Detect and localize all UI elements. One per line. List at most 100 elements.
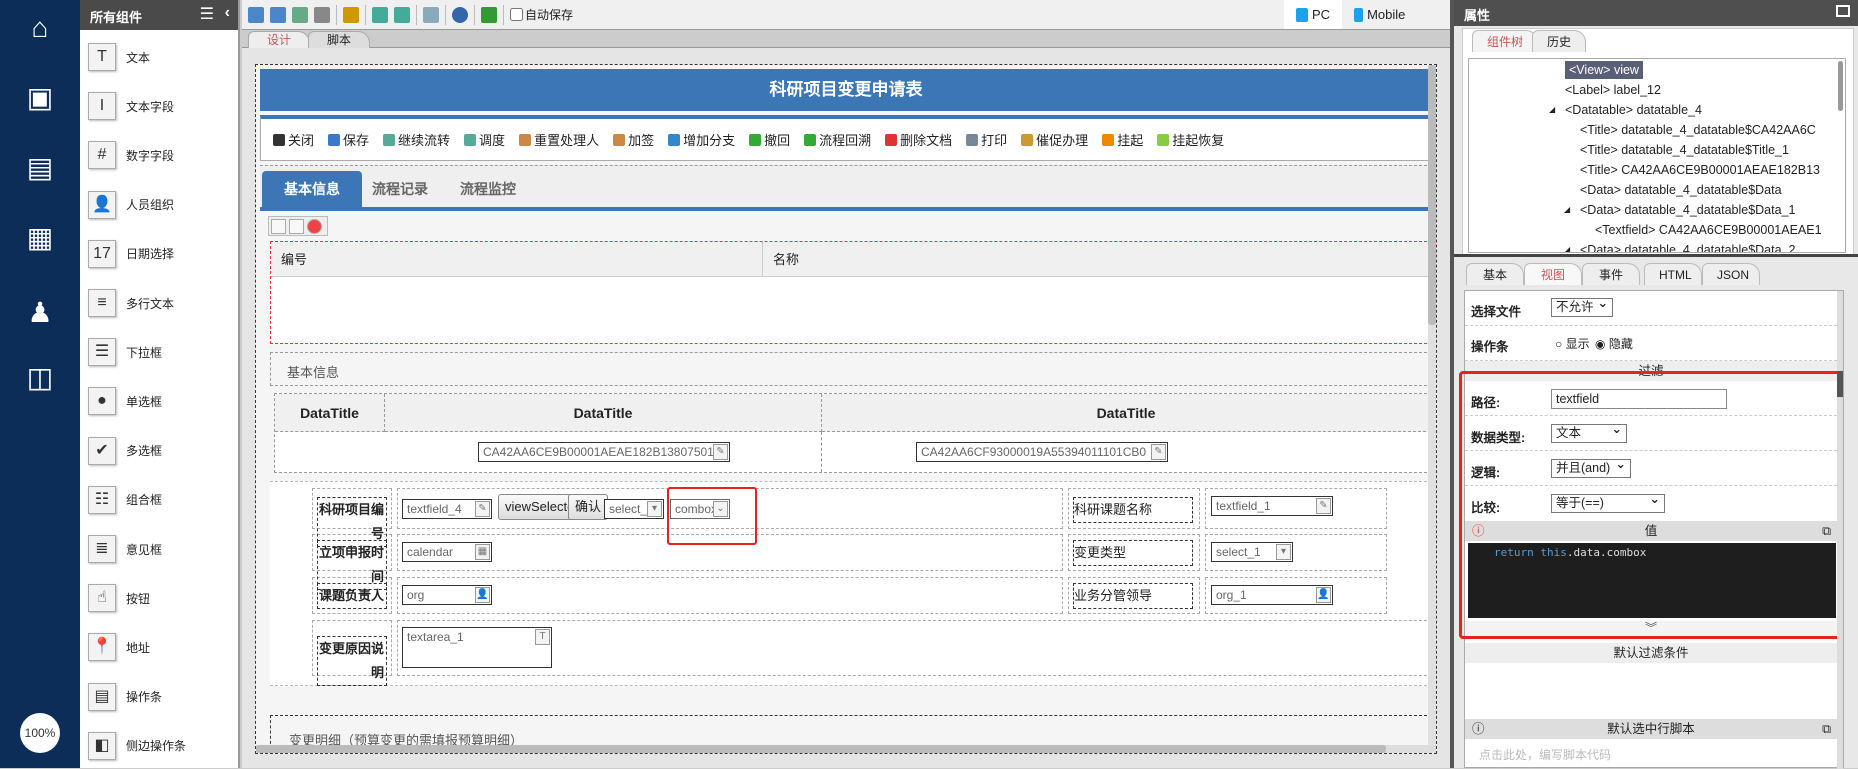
autosave-check[interactable] <box>510 8 523 21</box>
expand-icon[interactable]: ◢ <box>1549 101 1555 119</box>
save-icon[interactable] <box>248 6 264 23</box>
tab-flow-record[interactable]: 流程记录 <box>350 171 450 208</box>
horizontal-scrollbar[interactable] <box>256 745 1436 753</box>
expand-icon[interactable]: ◢ <box>1564 241 1570 252</box>
action-button[interactable]: 重置处理人 <box>519 130 599 149</box>
wand-icon[interactable] <box>343 6 359 23</box>
mobile-tab[interactable]: Mobile <box>1342 0 1417 29</box>
user-settings-icon[interactable]: ♟ <box>22 295 58 331</box>
action-button[interactable]: 挂起恢复 <box>1157 130 1224 149</box>
tab-component-tree[interactable]: 组件树 <box>1472 30 1539 52</box>
select-file-dropdown[interactable]: 不允许 <box>1551 295 1613 317</box>
action-button[interactable]: 调度 <box>464 130 505 149</box>
component-item[interactable]: ▤ 操作条 <box>88 677 238 717</box>
action-button[interactable]: 删除文档 <box>885 130 952 149</box>
tab-design[interactable]: 设计 <box>248 31 311 48</box>
layers-icon[interactable] <box>481 6 497 23</box>
tree-node[interactable]: <Title> CA42AA6CE9B00001AEAE182B13 <box>1580 161 1820 179</box>
dashboard-icon[interactable]: ◫ <box>22 360 58 396</box>
property-tab[interactable]: 基本 <box>1466 263 1524 285</box>
tab-script[interactable]: 脚本 <box>308 31 371 48</box>
save-as-icon[interactable] <box>270 6 286 23</box>
home-icon[interactable]: ⌂ <box>22 10 58 46</box>
tab-flow-monitor[interactable]: 流程监控 <box>438 171 538 208</box>
property-tab[interactable]: HTML <box>1644 263 1702 285</box>
action-button[interactable]: 催促办理 <box>1021 130 1088 149</box>
tree-node[interactable]: <Datatable> datatable_4 <box>1565 101 1702 119</box>
zoom-level[interactable]: 100% <box>20 713 60 753</box>
export-icon[interactable] <box>394 6 410 23</box>
radio-hide[interactable]: ◉ 隐藏 <box>1595 335 1633 352</box>
action-button[interactable]: 保存 <box>328 130 369 149</box>
org-field[interactable]: org 👤 <box>402 585 492 605</box>
action-button[interactable]: 打印 <box>966 130 1007 149</box>
popout-icon[interactable]: ⧉ <box>1822 719 1831 739</box>
component-item[interactable]: ≡ 多行文本 <box>88 283 238 323</box>
textfield-4[interactable]: textfield_4 ✎ <box>402 499 492 519</box>
menu-icon[interactable]: ☰ <box>200 4 214 24</box>
tree-node[interactable]: <Data> datatable_4_datatable$Data <box>1580 181 1782 199</box>
select-1[interactable]: select_1 ▾ <box>1211 542 1293 562</box>
component-item[interactable]: ◧ 侧边操作条 <box>88 726 238 766</box>
component-item[interactable]: 👤 人员组织 <box>88 185 238 225</box>
textfield-1[interactable]: textfield_1 ✎ <box>1211 496 1333 516</box>
component-item[interactable]: ☰ 下拉框 <box>88 332 238 372</box>
action-button[interactable]: 继续流转 <box>383 130 450 149</box>
maximize-icon[interactable] <box>1836 5 1850 17</box>
radio-show[interactable]: ○ 显示 <box>1555 335 1590 352</box>
pc-tab[interactable]: PC <box>1284 0 1343 29</box>
autosave-checkbox[interactable]: 自动保存 <box>510 6 573 23</box>
action-button[interactable]: 加签 <box>613 130 654 149</box>
tab-basic-info[interactable]: 基本信息 <box>262 171 362 208</box>
expand-icon[interactable]: ◢ <box>1564 201 1570 219</box>
datatable-field[interactable]: CA42AA6CE9B00001AEAE182B13807501 ✎ <box>478 442 730 462</box>
component-item[interactable]: ≣ 意见框 <box>88 529 238 569</box>
help-icon[interactable] <box>452 6 468 23</box>
component-item[interactable]: I 文本字段 <box>88 86 238 126</box>
delete-icon[interactable] <box>307 219 322 234</box>
tree-scrollbar[interactable] <box>1838 61 1843 111</box>
tree-node[interactable]: <Data> datatable_4_datatable$Data_1 <box>1580 201 1795 219</box>
collapse-icon[interactable]: ‹ <box>225 4 230 22</box>
org-1-field[interactable]: org_1 👤 <box>1211 585 1333 605</box>
component-item[interactable]: ☝ 按钮 <box>88 578 238 618</box>
import-icon[interactable] <box>372 6 388 23</box>
component-item[interactable]: # 数字字段 <box>88 135 238 175</box>
tree-node[interactable]: <Textfield> CA42AA6CE9B00001AEAE1 <box>1595 221 1822 239</box>
datatable-field[interactable]: CA42AA6CF93000019A55394011101CB0 ✎ <box>916 442 1168 462</box>
script-hint[interactable]: 点击此处，编写脚本代码 <box>1479 746 1611 763</box>
action-button[interactable]: 挂起 <box>1102 130 1143 149</box>
select-2[interactable]: select_2 ▾ <box>604 499 664 519</box>
action-button[interactable]: 关闭 <box>273 130 314 149</box>
move-icon[interactable] <box>271 219 286 234</box>
tab-history[interactable]: 历史 <box>1532 30 1587 52</box>
user-screen-icon[interactable]: ▣ <box>22 80 58 116</box>
tree-node[interactable]: <Title> datatable_4_datatable$Title_1 <box>1580 141 1789 159</box>
calendar-icon[interactable]: ▦ <box>22 220 58 256</box>
preview-icon[interactable] <box>292 6 308 23</box>
property-tab[interactable]: 事件 <box>1582 263 1640 285</box>
action-button[interactable]: 增加分支 <box>668 130 735 149</box>
action-button[interactable]: 流程回溯 <box>804 130 871 149</box>
component-item[interactable]: ☷ 组合框 <box>88 480 238 520</box>
tree-node[interactable]: <Label> label_12 <box>1565 81 1661 99</box>
component-item[interactable]: ● 单选框 <box>88 381 238 421</box>
tree-node[interactable]: <View> view <box>1565 61 1643 79</box>
tree-node[interactable]: <Title> datatable_4_datatable$CA42AA6C <box>1580 121 1816 139</box>
vertical-scrollbar[interactable] <box>1428 65 1436 753</box>
print-icon[interactable] <box>314 6 330 23</box>
component-item[interactable]: ✔ 多选框 <box>88 431 238 471</box>
action-button[interactable]: 撤回 <box>749 130 790 149</box>
textarea-1[interactable]: textarea_1 T <box>402 627 552 668</box>
tree-node[interactable]: <Data> datatable_4_datatable$Data_2 <box>1580 241 1795 252</box>
selected-table[interactable]: 编号 名称 <box>270 241 1432 344</box>
component-item[interactable]: 📍 地址 <box>88 627 238 667</box>
property-tab[interactable]: 视图 <box>1524 263 1582 285</box>
copy-icon[interactable] <box>289 219 304 234</box>
component-item[interactable]: 17 日期选择 <box>88 234 238 274</box>
property-tab[interactable]: JSON <box>1702 263 1760 285</box>
list-icon[interactable] <box>423 6 439 23</box>
form-icon[interactable]: ▤ <box>22 150 58 186</box>
calendar-field[interactable]: calendar ▦ <box>402 542 492 562</box>
confirm-button[interactable]: 确认 <box>568 494 609 520</box>
